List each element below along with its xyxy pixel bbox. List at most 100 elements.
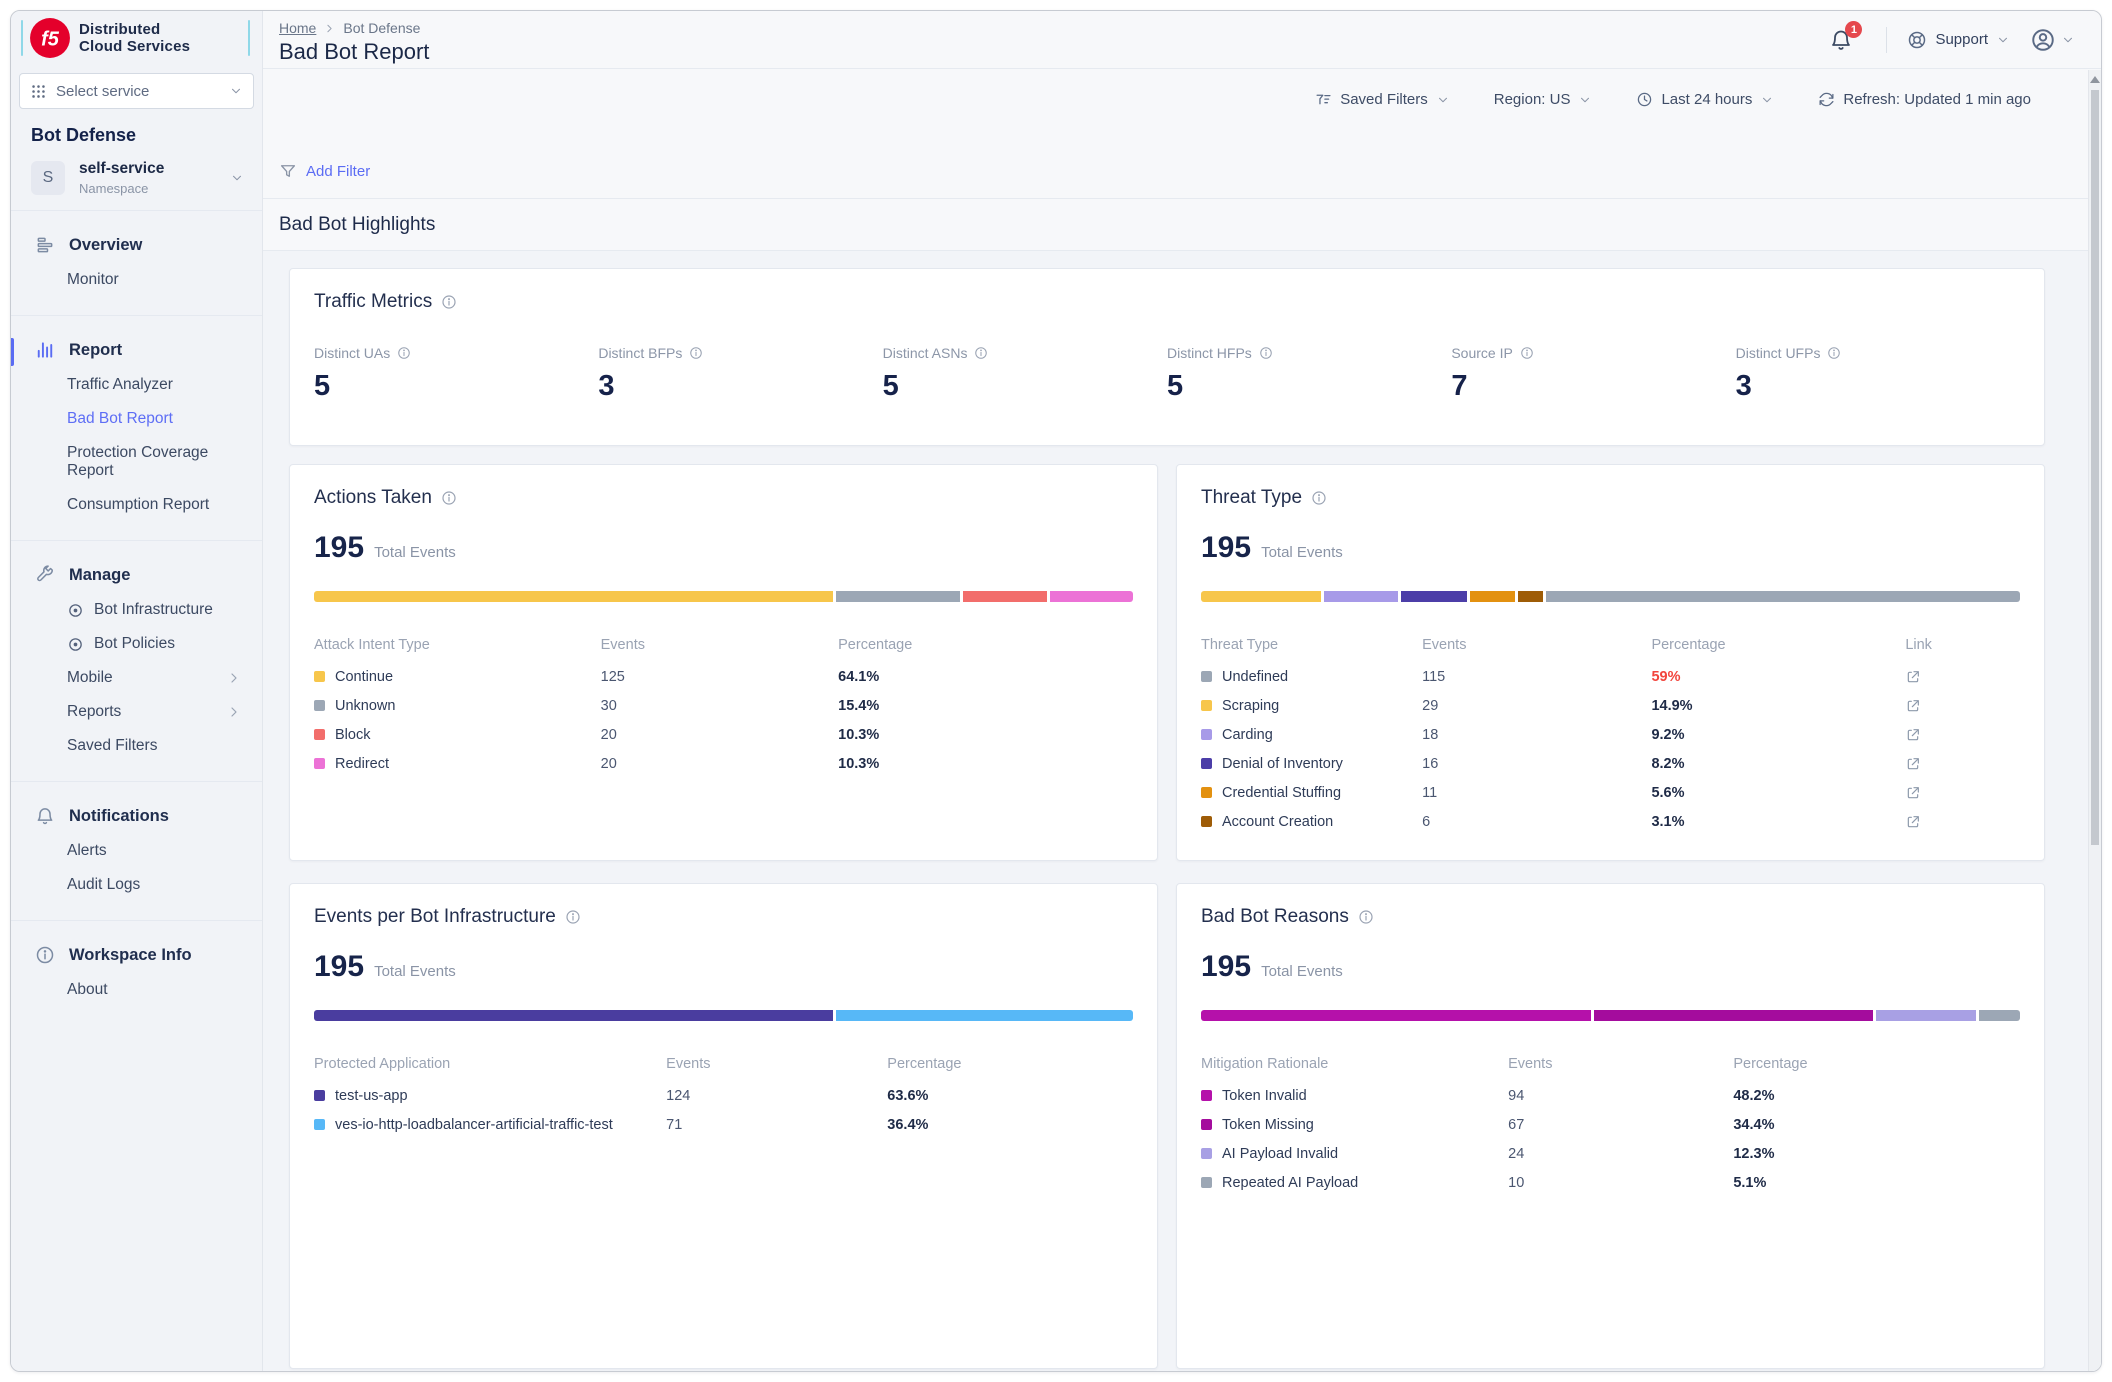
metric-label-text: Distinct UAs	[314, 345, 390, 361]
time-range-dropdown[interactable]: Last 24 hours	[1636, 91, 1774, 108]
bar-segment-denial-of-inventory[interactable]	[1401, 591, 1467, 602]
info-icon[interactable]	[689, 346, 703, 360]
logo-accent-right	[248, 20, 250, 56]
column-header-events: Events	[1508, 1056, 1733, 1072]
bar-segment-token-invalid[interactable]	[1201, 1010, 1591, 1021]
external-link-icon[interactable]	[1905, 669, 1921, 685]
breadcrumb-home-link[interactable]: Home	[279, 20, 316, 36]
info-icon[interactable]	[397, 346, 411, 360]
sidebar-item-alerts[interactable]: Alerts	[11, 834, 262, 868]
info-icon[interactable]	[974, 346, 988, 360]
sidebar-item-reports[interactable]: Reports	[11, 695, 262, 729]
sidebar-section-label: Report	[69, 341, 122, 360]
sidebar-item-bot-policies[interactable]: Bot Policies	[11, 627, 262, 661]
external-link-icon[interactable]	[1905, 785, 1921, 801]
total-events: 195Total Events	[314, 531, 1133, 565]
info-icon[interactable]	[441, 490, 457, 506]
card-title: Threat Type	[1201, 487, 1302, 509]
saved-filters-label: Saved Filters	[1340, 91, 1428, 108]
bar-segment-account-creation[interactable]	[1518, 591, 1543, 602]
svg-text:f5: f5	[41, 28, 60, 50]
chevron-down-icon	[1996, 33, 2010, 47]
filter-lines-icon	[1315, 91, 1332, 108]
refresh-button[interactable]: Refresh: Updated 1 min ago	[1818, 91, 2031, 108]
bar-segment-undefined[interactable]	[1546, 591, 2020, 602]
saved-filters-dropdown[interactable]: Saved Filters	[1315, 91, 1450, 108]
sidebar-item-mobile[interactable]: Mobile	[11, 661, 262, 695]
total-events-value: 195	[1201, 950, 1251, 984]
sidebar-item-bot-infrastructure[interactable]: Bot Infrastructure	[11, 593, 262, 627]
scrollbar-thumb[interactable]	[2091, 90, 2099, 845]
bar-segment-continue[interactable]	[314, 591, 833, 602]
sidebar-item-audit-logs[interactable]: Audit Logs	[11, 868, 262, 902]
sidebar-section-header-report[interactable]: Report	[11, 316, 262, 368]
namespace-selector[interactable]: S self-service Namespace	[11, 146, 262, 210]
column-header-attack-intent-type: Attack Intent Type	[314, 637, 601, 653]
manage-icon	[35, 565, 55, 585]
bar-segment-repeated-ai-payload[interactable]	[1979, 1010, 2020, 1021]
external-link-icon[interactable]	[1905, 698, 1921, 714]
table-header-row: Threat TypeEventsPercentageLink	[1201, 628, 2020, 662]
bar-segment-ves-io-http-loadbalancer-artificial-traffic-test[interactable]	[836, 1010, 1133, 1021]
sidebar-section-header-workspace-info[interactable]: Workspace Info	[11, 921, 262, 973]
sidebar-item-saved-filters[interactable]: Saved Filters	[11, 729, 262, 763]
sidebar-item-protection-coverage-report[interactable]: Protection Coverage Report	[11, 436, 262, 488]
info-icon[interactable]	[441, 294, 457, 310]
bar-segment-carding[interactable]	[1324, 591, 1398, 602]
stacked-bar	[314, 1010, 1133, 1021]
info-icon[interactable]	[1358, 909, 1374, 925]
vertical-scrollbar[interactable]	[2088, 70, 2101, 1371]
info-icon[interactable]	[1259, 346, 1273, 360]
legend-swatch	[1201, 1148, 1212, 1159]
sidebar-item-traffic-analyzer[interactable]: Traffic Analyzer	[11, 368, 262, 402]
external-link-icon[interactable]	[1905, 814, 1921, 830]
sidebar-item-monitor[interactable]: Monitor	[11, 263, 262, 297]
support-menu[interactable]: Support	[1907, 30, 2010, 50]
row-label-text: test-us-app	[335, 1088, 408, 1104]
bar-segment-ai-payload-invalid[interactable]	[1876, 1010, 1976, 1021]
bar-segment-test-us-app[interactable]	[314, 1010, 833, 1021]
metric-distinct-hfps: Distinct HFPs5	[1167, 345, 1451, 403]
sidebar-section-header-notifications[interactable]: Notifications	[11, 782, 262, 834]
refresh-label: Refresh: Updated 1 min ago	[1843, 91, 2031, 108]
bar-segment-credential-stuffing[interactable]	[1470, 591, 1515, 602]
bar-segment-redirect[interactable]	[1050, 591, 1133, 602]
legend-swatch	[1201, 700, 1212, 711]
row-label: Token Invalid	[1201, 1088, 1508, 1104]
scrollbar-up-arrow[interactable]	[2089, 70, 2101, 88]
sidebar-section-label: Notifications	[69, 807, 169, 826]
row-label-text: Carding	[1222, 727, 1273, 743]
bar-segment-scraping[interactable]	[1201, 591, 1321, 602]
bar-segment-block[interactable]	[963, 591, 1046, 602]
external-link-icon[interactable]	[1905, 756, 1921, 772]
bar-segment-token-missing[interactable]	[1594, 1010, 1873, 1021]
bar-segment-unknown[interactable]	[836, 591, 961, 602]
info-icon[interactable]	[1311, 490, 1327, 506]
info-icon[interactable]	[565, 909, 581, 925]
sidebar-item-label: Saved Filters	[67, 737, 157, 755]
column-header-link: Link	[1905, 637, 2020, 653]
row-label: Redirect	[314, 756, 601, 772]
info-icon[interactable]	[1827, 346, 1841, 360]
table-row: Repeated AI Payload105.1%	[1201, 1168, 2020, 1197]
sidebar-section-header-manage[interactable]: Manage	[11, 541, 262, 593]
external-link-icon[interactable]	[1905, 727, 1921, 743]
row-events: 6	[1422, 814, 1651, 830]
sidebar-item-about[interactable]: About	[11, 973, 262, 1007]
divider	[1886, 27, 1887, 53]
select-service-dropdown[interactable]: Select service	[19, 73, 254, 109]
row-percentage: 9.2%	[1651, 727, 1905, 743]
sidebar-item-consumption-report[interactable]: Consumption Report	[11, 488, 262, 522]
total-events-label: Total Events	[374, 544, 456, 561]
sidebar-item-bad-bot-report[interactable]: Bad Bot Report	[11, 402, 262, 436]
sidebar-section-overview: OverviewMonitor	[11, 211, 262, 297]
region-dropdown[interactable]: Region: US	[1494, 91, 1593, 108]
sidebar-section-header-overview[interactable]: Overview	[11, 211, 262, 263]
row-percentage: 10.3%	[838, 727, 1133, 743]
table-row: Credential Stuffing115.6%	[1201, 778, 2020, 807]
app-window: f5 Distributed Cloud Services Select ser…	[10, 10, 2102, 1372]
add-filter-button[interactable]: Add Filter	[279, 162, 370, 180]
account-menu[interactable]	[2030, 27, 2075, 53]
info-icon[interactable]	[1520, 346, 1534, 360]
table-row: Scraping2914.9%	[1201, 691, 2020, 720]
